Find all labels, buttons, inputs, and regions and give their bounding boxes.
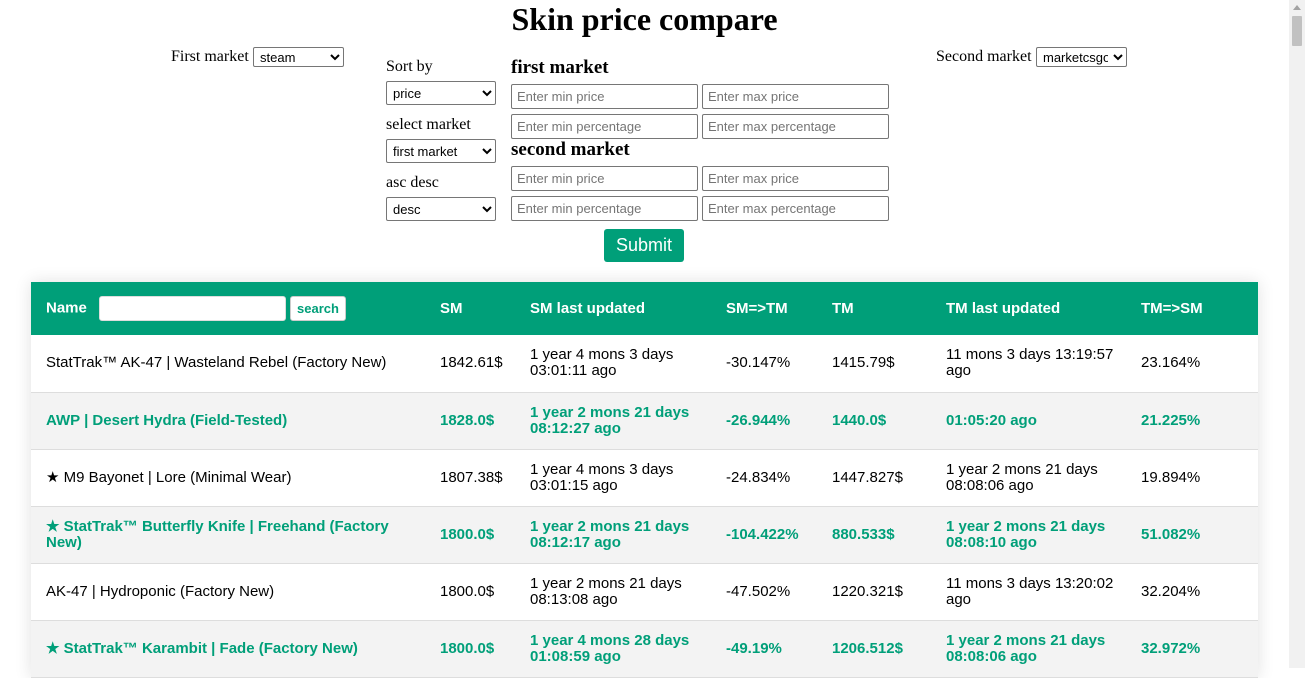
- cell-sm: 1807.38$: [440, 468, 503, 486]
- header-tm[interactable]: TM: [817, 282, 931, 335]
- results-table: Name search SM SM last updated SM=>TM TM…: [31, 282, 1258, 678]
- cell-tm-to-sm: 23.164%: [1141, 354, 1201, 372]
- cell-tm-last-updated: 11 mons 3 days 13:19:57 ago: [946, 346, 1114, 380]
- cell-tm: 1440.0$: [832, 411, 887, 429]
- cell-tm-last-updated: 11 mons 3 days 13:20:02 ago: [946, 574, 1114, 608]
- cell-name: ★ M9 Bayonet | Lore (Minimal Wear): [46, 468, 292, 486]
- cell-tm: 1206.512$: [832, 639, 903, 657]
- cell-sm-last-updated: 1 year 2 mons 21 days 08:12:17 ago: [530, 517, 690, 551]
- cell-sm: 1800.0$: [440, 582, 495, 600]
- second-market-select[interactable]: marketcsgo: [1036, 47, 1127, 67]
- second-min-price-input[interactable]: [511, 166, 698, 191]
- cell-sm: 1800.0$: [440, 525, 495, 543]
- header-name-label: Name: [46, 299, 87, 317]
- cell-tm-to-sm: 19.894%: [1141, 468, 1201, 486]
- results-table-container: Name search SM SM last updated SM=>TM TM…: [31, 282, 1258, 678]
- first-max-percentage-input[interactable]: [702, 114, 889, 139]
- cell-sm-last-updated: 1 year 2 mons 21 days 08:13:08 ago: [530, 574, 682, 608]
- cell-sm-last-updated: 1 year 4 mons 3 days 03:01:15 ago: [530, 460, 674, 494]
- cell-sm-to-tm: -24.834%: [726, 468, 791, 486]
- second-max-price-input[interactable]: [702, 166, 889, 191]
- first-market-heading: first market: [511, 57, 609, 78]
- cell-sm-to-tm: -49.19%: [726, 639, 782, 657]
- cell-tm-to-sm: 32.204%: [1141, 582, 1201, 600]
- cell-tm-last-updated: 1 year 2 mons 21 days 08:08:06 ago: [946, 631, 1106, 665]
- cell-tm-to-sm: 32.972%: [1141, 639, 1201, 657]
- select-market-label: select market: [386, 116, 471, 133]
- header-tm-last-updated[interactable]: TM last updated: [931, 282, 1126, 335]
- cell-name: AWP | Desert Hydra (Field-Tested): [46, 411, 288, 429]
- second-market-heading: second market: [511, 139, 630, 160]
- cell-sm-last-updated: 1 year 4 mons 3 days 03:01:11 ago: [530, 346, 674, 380]
- cell-sm: 1800.0$: [440, 639, 495, 657]
- table-row: ★ StatTrak™ Karambit | Fade (Factory New…: [31, 620, 1258, 677]
- header-sm-last-updated[interactable]: SM last updated: [515, 282, 711, 335]
- header-sm-to-tm[interactable]: SM=>TM: [711, 282, 817, 335]
- cell-sm: 1842.61$: [440, 354, 503, 372]
- cell-name: AK-47 | Hydroponic (Factory New): [46, 582, 275, 600]
- table-row: AK-47 | Hydroponic (Factory New) 1800.0$…: [31, 563, 1258, 620]
- cell-tm-to-sm: 21.225%: [1141, 411, 1201, 429]
- cell-sm-to-tm: -30.147%: [726, 354, 791, 372]
- sort-by-select[interactable]: price: [386, 81, 496, 105]
- submit-button[interactable]: Submit: [604, 229, 684, 262]
- cell-sm-last-updated: 1 year 4 mons 28 days 01:08:59 ago: [530, 631, 690, 665]
- cell-tm: 1447.827$: [832, 468, 903, 486]
- cell-sm: 1828.0$: [440, 411, 495, 429]
- scrollbar-thumb[interactable]: [1292, 16, 1302, 46]
- asc-desc-select[interactable]: desc: [386, 197, 496, 221]
- cell-tm: 1220.321$: [832, 582, 903, 600]
- first-min-price-input[interactable]: [511, 84, 698, 109]
- first-min-percentage-input[interactable]: [511, 114, 698, 139]
- cell-sm-last-updated: 1 year 2 mons 21 days 08:12:27 ago: [530, 403, 690, 437]
- name-search-input[interactable]: [99, 296, 287, 321]
- cell-tm-last-updated: 1 year 2 mons 21 days 08:08:10 ago: [946, 517, 1106, 551]
- header-name: Name search: [31, 282, 425, 335]
- asc-desc-label: asc desc: [386, 174, 439, 191]
- second-max-percentage-input[interactable]: [702, 196, 889, 221]
- header-sm[interactable]: SM: [425, 282, 515, 335]
- header-tm-to-sm[interactable]: TM=>SM: [1126, 282, 1258, 335]
- second-min-percentage-input[interactable]: [511, 196, 698, 221]
- first-max-price-input[interactable]: [702, 84, 889, 109]
- table-row: ★ StatTrak™ Butterfly Knife | Freehand (…: [31, 506, 1258, 563]
- cell-name: ★ StatTrak™ Karambit | Fade (Factory New…: [46, 639, 358, 657]
- cell-sm-to-tm: -104.422%: [726, 525, 799, 543]
- table-header-row: Name search SM SM last updated SM=>TM TM…: [31, 282, 1258, 335]
- cell-tm: 1415.79$: [832, 354, 895, 372]
- cell-sm-to-tm: -26.944%: [726, 411, 791, 429]
- second-market-label: Second market: [936, 48, 1032, 65]
- cell-tm-to-sm: 51.082%: [1141, 525, 1201, 543]
- cell-tm-last-updated: 01:05:20 ago: [946, 411, 1037, 429]
- table-row: ★ M9 Bayonet | Lore (Minimal Wear) 1807.…: [31, 449, 1258, 506]
- cell-name: StatTrak™ AK-47 | Wasteland Rebel (Facto…: [46, 354, 387, 372]
- cell-name: ★ StatTrak™ Butterfly Knife | Freehand (…: [46, 517, 389, 551]
- cell-sm-to-tm: -47.502%: [726, 582, 791, 600]
- table-row: StatTrak™ AK-47 | Wasteland Rebel (Facto…: [31, 335, 1258, 392]
- search-button[interactable]: search: [290, 296, 346, 321]
- first-market-label: First market: [171, 48, 249, 65]
- scroll-up-arrow-icon[interactable]: [1293, 5, 1301, 10]
- cell-tm: 880.533$: [832, 525, 895, 543]
- vertical-scrollbar[interactable]: [1289, 0, 1305, 668]
- select-market-select[interactable]: first market: [386, 139, 496, 163]
- table-row: AWP | Desert Hydra (Field-Tested) 1828.0…: [31, 392, 1258, 449]
- sort-by-label: Sort by: [386, 58, 433, 75]
- page-title: Skin price compare: [511, 1, 778, 37]
- first-market-select[interactable]: steam: [253, 47, 344, 67]
- cell-tm-last-updated: 1 year 2 mons 21 days 08:08:06 ago: [946, 460, 1098, 494]
